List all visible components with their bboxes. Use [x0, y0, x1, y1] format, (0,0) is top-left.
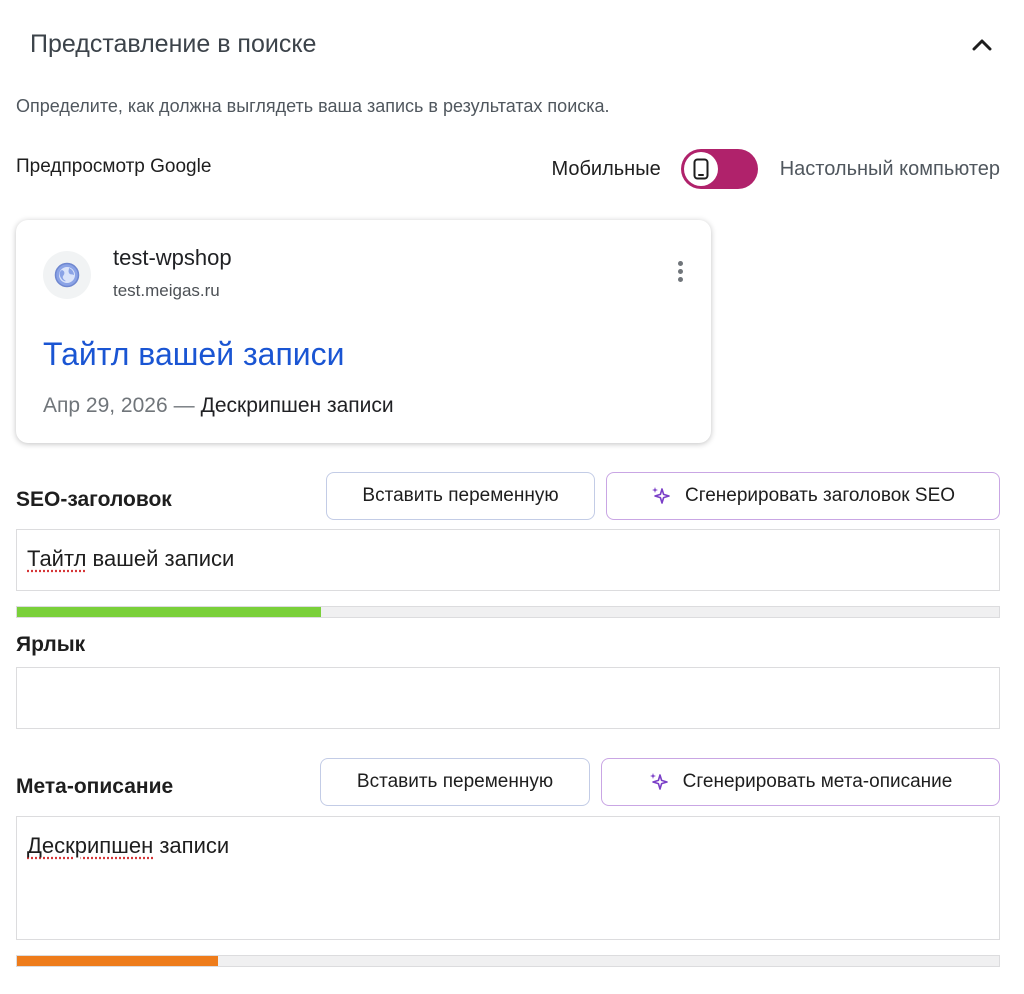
seo-title-input[interactable]: Тайтл вашей записи — [16, 529, 1000, 591]
generate-seo-title-label: Сгенерировать заголовок SEO — [684, 485, 956, 506]
serp-description-line: Апр 29, 2026— Дескрипшен записи — [43, 394, 394, 418]
collapse-button[interactable] — [964, 28, 1000, 64]
seo-title-insert-variable-button[interactable]: Вставить переменную — [326, 472, 595, 520]
smartphone-icon — [693, 158, 709, 180]
meta-description-textarea[interactable]: Дескрипшен записи — [16, 816, 1000, 940]
sparkles-icon — [649, 773, 668, 790]
device-toggle-row: Мобильные Настольный компьютер — [551, 149, 1000, 189]
seo-title-value-rest: вашей записи — [86, 546, 235, 571]
generate-seo-title-button[interactable]: Сгенерировать заголовок SEO — [606, 472, 1000, 520]
generate-meta-description-label: Сгенерировать мета-описание — [682, 771, 953, 792]
seo-title-length-bar — [16, 606, 1000, 618]
meta-description-length-bar — [16, 955, 1000, 967]
meta-description-misspelled-word: Дескрипшен — [27, 833, 154, 858]
serp-site-url: test.meigas.ru — [113, 281, 220, 300]
serp-date: Апр 29, 2026 — [43, 394, 168, 417]
serp-site-name: test-wpshop — [113, 245, 232, 270]
serp-description: Дескрипшен записи — [200, 394, 394, 417]
google-preview-label: Предпросмотр Google — [16, 156, 212, 177]
toggle-desktop-label[interactable]: Настольный компьютер — [780, 158, 1000, 181]
seo-title-insert-variable-label: Вставить переменную — [362, 485, 559, 506]
slug-label: Ярлык — [16, 633, 86, 656]
serp-title[interactable]: Тайтл вашей записи — [43, 336, 345, 373]
device-toggle[interactable] — [680, 149, 758, 189]
meta-description-insert-variable-label: Вставить переменную — [356, 771, 554, 792]
panel-title: Представление в поиске — [30, 30, 317, 58]
panel-description: Определите, как должна выглядеть ваша за… — [16, 96, 610, 116]
toggle-knob — [683, 152, 718, 186]
meta-description-insert-variable-button[interactable]: Вставить переменную — [320, 758, 590, 806]
more-vertical-icon[interactable] — [672, 261, 688, 289]
seo-title-label: SEO-заголовок — [16, 488, 172, 511]
slug-input[interactable] — [16, 667, 1000, 729]
panel-header: Представление в поиске — [30, 28, 1000, 64]
serp-separator: — — [173, 394, 195, 417]
favicon — [43, 251, 91, 299]
toggle-mobile-label[interactable]: Мобильные — [551, 158, 660, 181]
globe-icon — [54, 262, 80, 288]
meta-description-value-rest: записи — [153, 833, 230, 858]
meta-description-length-fill — [17, 956, 219, 966]
sparkles-icon — [651, 487, 670, 504]
seo-title-misspelled-word: Тайтл — [27, 546, 87, 571]
seo-title-length-fill — [17, 607, 322, 617]
generate-meta-description-button[interactable]: Сгенерировать мета-описание — [601, 758, 1000, 806]
meta-description-label: Мета-описание — [16, 775, 174, 798]
serp-preview-card: test-wpshop test.meigas.ru Тайтл вашей з… — [16, 220, 711, 443]
chevron-up-icon — [972, 39, 992, 51]
